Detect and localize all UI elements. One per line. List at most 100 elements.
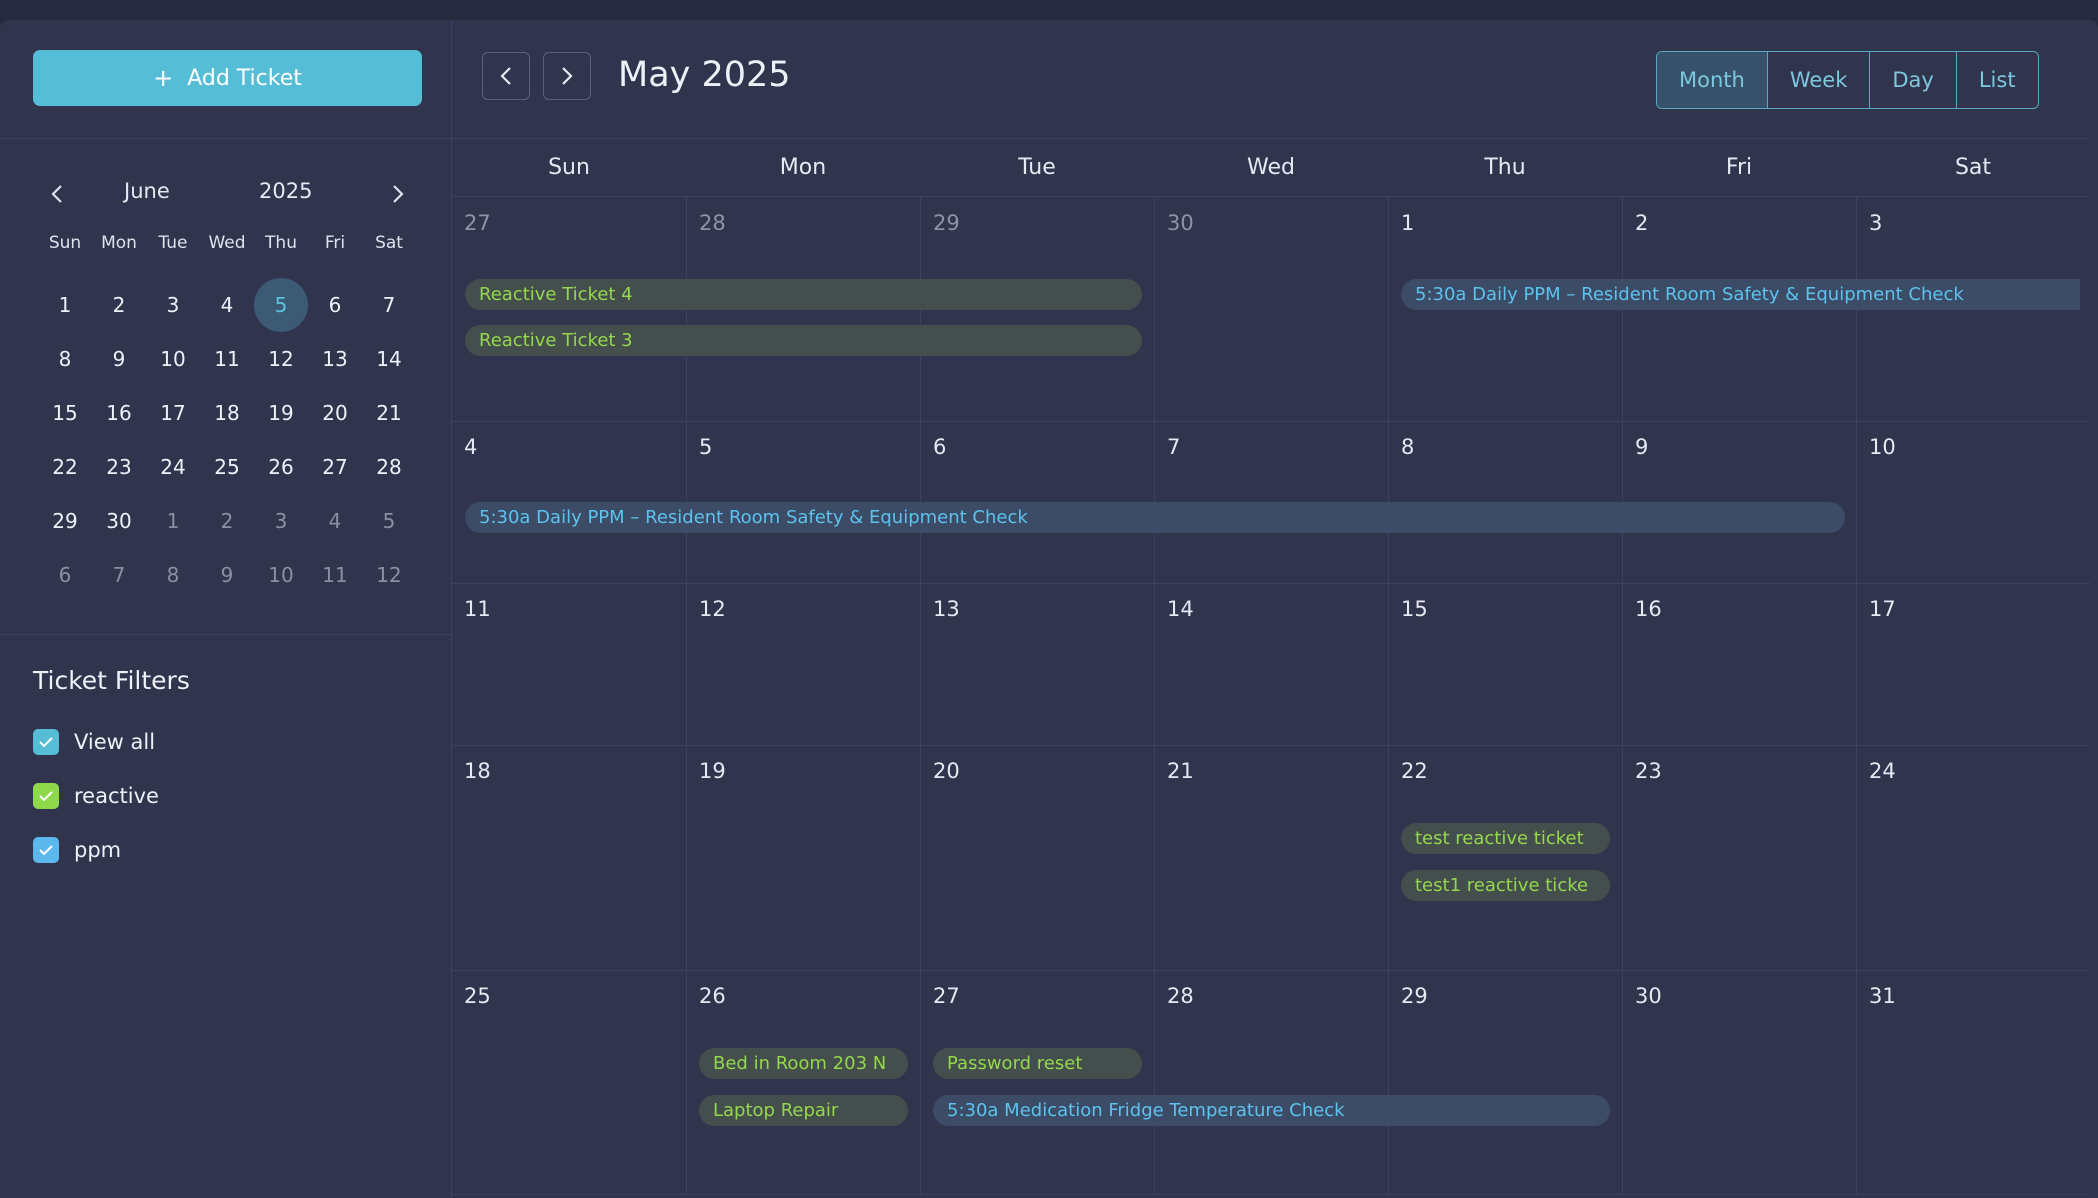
event-reactive[interactable]: test1 reactive ticke xyxy=(1401,870,1610,901)
day-cell[interactable]: 13 xyxy=(920,583,1154,745)
mini-month-label[interactable]: June xyxy=(124,179,170,203)
mini-day[interactable]: 6 xyxy=(38,548,92,602)
checkbox-reactive[interactable] xyxy=(33,783,59,809)
day-number[interactable]: 7 xyxy=(1167,435,1180,459)
mini-day[interactable]: 10 xyxy=(146,332,200,386)
day-cell[interactable]: 30 xyxy=(1154,197,1388,421)
day-number[interactable]: 17 xyxy=(1869,597,1896,621)
day-cell[interactable]: 20 xyxy=(920,745,1154,970)
day-number[interactable]: 23 xyxy=(1635,759,1662,783)
mini-day[interactable]: 17 xyxy=(146,386,200,440)
day-cell[interactable]: 12 xyxy=(686,583,920,745)
day-cell[interactable]: 29 xyxy=(1388,970,1622,1194)
mini-day[interactable]: 27 xyxy=(308,440,362,494)
mini-day[interactable]: 29 xyxy=(38,494,92,548)
day-number[interactable]: 27 xyxy=(933,984,960,1008)
day-cell[interactable]: 31 xyxy=(1856,970,2090,1194)
event-reactive[interactable]: Bed in Room 203 N xyxy=(699,1048,908,1079)
day-number[interactable]: 16 xyxy=(1635,597,1662,621)
filter-reactive[interactable]: reactive xyxy=(33,783,190,809)
day-number[interactable]: 10 xyxy=(1869,435,1896,459)
day-cell[interactable]: 27 xyxy=(920,970,1154,1194)
mini-day[interactable]: 8 xyxy=(146,548,200,602)
add-ticket-button[interactable]: + Add Ticket xyxy=(33,50,422,106)
mini-day[interactable]: 5 xyxy=(362,494,416,548)
event-reactive[interactable]: Reactive Ticket 4 xyxy=(465,279,1142,310)
mini-day[interactable]: 11 xyxy=(308,548,362,602)
filter-view-all[interactable]: View all xyxy=(33,729,190,755)
filter-ppm[interactable]: ppm xyxy=(33,837,190,863)
mini-day[interactable]: 4 xyxy=(200,278,254,332)
mini-day[interactable]: 30 xyxy=(92,494,146,548)
day-number[interactable]: 29 xyxy=(933,211,960,235)
view-week-button[interactable]: Week xyxy=(1766,52,1870,108)
mini-day[interactable]: 10 xyxy=(254,548,308,602)
view-day-button[interactable]: Day xyxy=(1869,52,1955,108)
mini-day[interactable]: 11 xyxy=(200,332,254,386)
mini-day[interactable]: 12 xyxy=(254,332,308,386)
day-cell[interactable]: 28 xyxy=(1154,970,1388,1194)
mini-day[interactable]: 25 xyxy=(200,440,254,494)
day-cell[interactable]: 11 xyxy=(452,583,686,745)
day-number[interactable]: 4 xyxy=(464,435,477,459)
mini-day[interactable]: 3 xyxy=(146,278,200,332)
mini-day[interactable]: 1 xyxy=(38,278,92,332)
day-number[interactable]: 30 xyxy=(1635,984,1662,1008)
mini-day[interactable]: 8 xyxy=(38,332,92,386)
mini-day[interactable]: 19 xyxy=(254,386,308,440)
day-number[interactable]: 1 xyxy=(1401,211,1414,235)
day-number[interactable]: 13 xyxy=(933,597,960,621)
mini-day[interactable]: 16 xyxy=(92,386,146,440)
mini-day[interactable]: 26 xyxy=(254,440,308,494)
day-number[interactable]: 30 xyxy=(1167,211,1194,235)
mini-day[interactable]: 9 xyxy=(92,332,146,386)
day-number[interactable]: 5 xyxy=(699,435,712,459)
day-number[interactable]: 12 xyxy=(699,597,726,621)
day-number[interactable]: 18 xyxy=(464,759,491,783)
mini-year-label[interactable]: 2025 xyxy=(259,179,312,203)
day-number[interactable]: 24 xyxy=(1869,759,1896,783)
mini-day[interactable]: 7 xyxy=(362,278,416,332)
day-cell[interactable]: 19 xyxy=(686,745,920,970)
day-number[interactable]: 9 xyxy=(1635,435,1648,459)
mini-day[interactable]: 7 xyxy=(92,548,146,602)
day-cell[interactable]: 23 xyxy=(1622,745,1856,970)
day-cell[interactable]: 24 xyxy=(1856,745,2090,970)
mini-day[interactable]: 5 xyxy=(254,278,308,332)
day-number[interactable]: 3 xyxy=(1869,211,1882,235)
day-number[interactable]: 28 xyxy=(699,211,726,235)
day-number[interactable]: 11 xyxy=(464,597,491,621)
day-number[interactable]: 20 xyxy=(933,759,960,783)
mini-day[interactable]: 4 xyxy=(308,494,362,548)
day-cell[interactable]: 18 xyxy=(452,745,686,970)
event-ppm[interactable]: 5:30a Medication Fridge Temperature Chec… xyxy=(933,1095,1610,1126)
event-reactive[interactable]: Reactive Ticket 3 xyxy=(465,325,1142,356)
day-number[interactable]: 27 xyxy=(464,211,491,235)
prev-month-button[interactable] xyxy=(482,52,530,100)
mini-day[interactable]: 21 xyxy=(362,386,416,440)
mini-day[interactable]: 23 xyxy=(92,440,146,494)
day-cell[interactable]: 10 xyxy=(1856,421,2090,583)
day-number[interactable]: 8 xyxy=(1401,435,1414,459)
day-cell[interactable]: 15 xyxy=(1388,583,1622,745)
day-number[interactable]: 15 xyxy=(1401,597,1428,621)
event-reactive[interactable]: test reactive ticket xyxy=(1401,823,1610,854)
mini-day[interactable]: 24 xyxy=(146,440,200,494)
day-cell[interactable]: 17 xyxy=(1856,583,2090,745)
view-list-button[interactable]: List xyxy=(1955,52,2038,108)
mini-prev-month-button[interactable] xyxy=(42,179,72,209)
mini-day[interactable]: 9 xyxy=(200,548,254,602)
day-number[interactable]: 26 xyxy=(699,984,726,1008)
day-number[interactable]: 2 xyxy=(1635,211,1648,235)
day-number[interactable]: 25 xyxy=(464,984,491,1008)
day-cell[interactable]: 22 xyxy=(1388,745,1622,970)
day-number[interactable]: 21 xyxy=(1167,759,1194,783)
day-number[interactable]: 28 xyxy=(1167,984,1194,1008)
event-ppm[interactable]: 5:30a Daily PPM – Resident Room Safety &… xyxy=(465,502,1845,533)
day-number[interactable]: 22 xyxy=(1401,759,1428,783)
mini-next-month-button[interactable] xyxy=(383,179,413,209)
mini-day[interactable]: 2 xyxy=(92,278,146,332)
event-reactive[interactable]: Password reset xyxy=(933,1048,1142,1079)
day-number[interactable]: 29 xyxy=(1401,984,1428,1008)
day-cell[interactable]: 30 xyxy=(1622,970,1856,1194)
